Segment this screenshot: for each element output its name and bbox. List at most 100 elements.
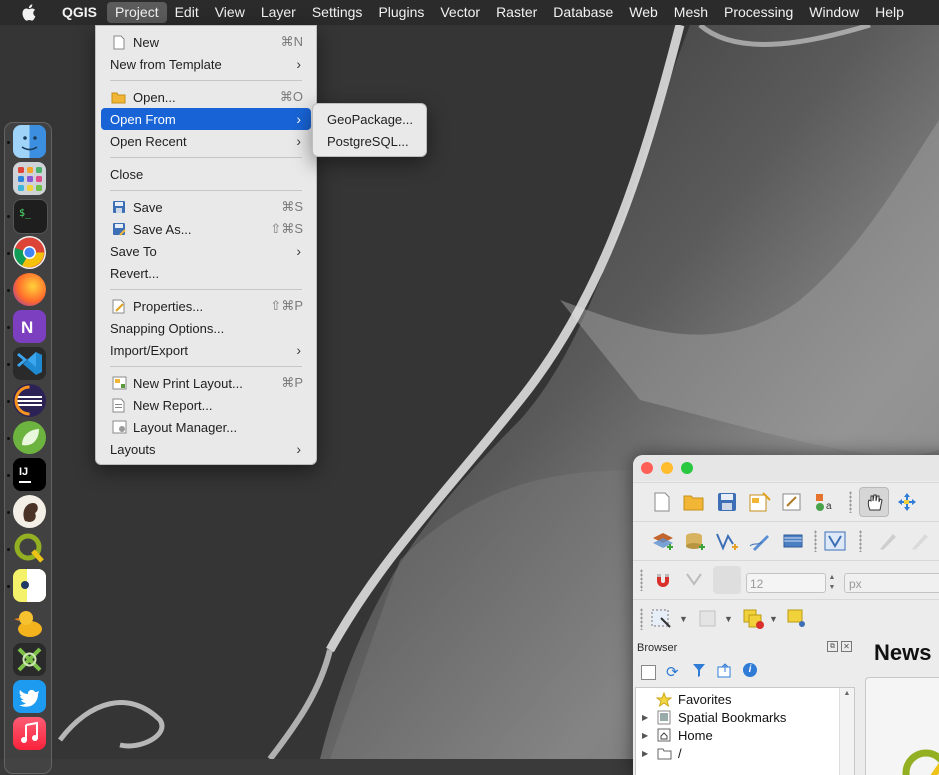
xcode-tool-icon[interactable]	[13, 643, 46, 676]
temporary-scratch-layer-icon[interactable]	[779, 527, 807, 555]
tree-item-favorites[interactable]: Favorites	[636, 690, 731, 708]
eclipse-icon[interactable]	[13, 384, 46, 417]
tree-item-spatial-bookmarks[interactable]: ▶ Spatial Bookmarks	[636, 708, 786, 726]
collapse-all-icon[interactable]	[717, 663, 733, 683]
menu-item-revert[interactable]: Revert...	[101, 262, 311, 284]
close-panel-icon[interactable]: ✕	[841, 641, 852, 652]
menu-help[interactable]: Help	[867, 2, 912, 23]
add-database-layer-icon[interactable]	[680, 527, 708, 555]
tree-item-root[interactable]: ▶ /	[636, 744, 682, 762]
menu-project[interactable]: Project	[107, 2, 167, 23]
squirrel-app-icon[interactable]	[13, 495, 46, 528]
menu-item-open-from[interactable]: Open From ›	[101, 108, 311, 130]
close-window-button[interactable]	[641, 462, 653, 474]
menu-web[interactable]: Web	[621, 2, 666, 23]
menu-item-properties[interactable]: Properties... ⇧⌘P	[101, 295, 311, 317]
toolbar-grip[interactable]	[640, 608, 643, 630]
menu-item-new-print-layout[interactable]: New Print Layout... ⌘P	[101, 372, 311, 394]
finder-icon[interactable]	[13, 125, 46, 158]
submenu-item-postgresql[interactable]: PostgreSQL...	[318, 130, 421, 152]
menu-item-save[interactable]: Save ⌘S	[101, 196, 311, 218]
launchpad-icon[interactable]	[13, 162, 46, 195]
music-icon[interactable]	[13, 717, 46, 750]
toolbar-grip[interactable]	[640, 569, 643, 591]
menu-item-open-recent[interactable]: Open Recent ›	[101, 130, 311, 152]
deselect-all-icon[interactable]	[740, 605, 768, 633]
menu-processing[interactable]: Processing	[716, 2, 801, 23]
vertex-tool-icon[interactable]	[821, 527, 849, 555]
menu-plugins[interactable]: Plugins	[370, 2, 432, 23]
pan-to-selection-icon[interactable]	[893, 488, 921, 516]
toolbar-grip[interactable]	[814, 530, 817, 552]
digitize-pen-icon[interactable]	[746, 527, 774, 555]
menu-item-layouts[interactable]: Layouts ›	[101, 438, 311, 460]
tree-item-home[interactable]: ▶ Home	[636, 726, 713, 744]
snapping-tolerance-input[interactable]: 12	[746, 573, 826, 593]
select-by-location-icon[interactable]	[783, 605, 811, 633]
menu-layer[interactable]: Layer	[253, 2, 304, 23]
toolbar-grip[interactable]	[859, 530, 862, 552]
menu-item-layout-manager[interactable]: Layout Manager...	[101, 416, 311, 438]
menu-view[interactable]: View	[207, 2, 253, 23]
qgis-icon[interactable]	[13, 532, 46, 565]
style-manager-icon[interactable]: a	[811, 488, 839, 516]
minimize-window-button[interactable]	[661, 462, 673, 474]
chevron-down-icon[interactable]: ▼	[769, 614, 778, 624]
chevron-down-icon[interactable]: ▼	[679, 614, 688, 624]
menu-database[interactable]: Database	[545, 2, 621, 23]
twitter-icon[interactable]	[13, 680, 46, 713]
menu-item-save-as[interactable]: Save As... ⇧⌘S	[101, 218, 311, 240]
firefox-icon[interactable]	[13, 273, 46, 306]
refresh-icon[interactable]: ⟳	[666, 663, 679, 681]
intellij-icon[interactable]: IJ	[13, 458, 46, 491]
spring-tools-icon[interactable]	[13, 421, 46, 454]
toolbar-grip[interactable]	[849, 491, 852, 513]
menu-vector[interactable]: Vector	[432, 2, 488, 23]
layout-manager-icon[interactable]	[779, 488, 807, 516]
add-layer-icon[interactable]	[648, 527, 676, 555]
vscode-icon[interactable]	[13, 347, 46, 380]
pan-map-icon[interactable]	[859, 487, 889, 517]
filter-icon[interactable]	[692, 663, 706, 683]
snapping-mode-icon[interactable]	[681, 566, 709, 594]
menu-window[interactable]: Window	[801, 2, 867, 23]
menu-item-import-export[interactable]: Import/Export ›	[101, 339, 311, 361]
expand-triangle-icon[interactable]: ▶	[636, 713, 656, 722]
apple-logo-icon[interactable]	[18, 4, 38, 21]
digitize-line-icon[interactable]	[713, 527, 741, 555]
onenote-icon[interactable]: N	[13, 310, 46, 343]
menu-item-close[interactable]: Close	[101, 163, 311, 185]
menu-item-new-report[interactable]: New Report...	[101, 394, 311, 416]
menu-edit[interactable]: Edit	[167, 2, 207, 23]
edit-pencil-alt-icon[interactable]	[905, 527, 933, 555]
menu-item-open[interactable]: Open... ⌘O	[101, 86, 311, 108]
chevron-down-icon[interactable]: ▼	[724, 614, 733, 624]
menu-raster[interactable]: Raster	[488, 2, 545, 23]
menu-item-new[interactable]: New ⌘N	[101, 31, 311, 53]
zoom-window-button[interactable]	[681, 462, 693, 474]
open-project-icon[interactable]	[680, 488, 708, 516]
menu-item-snapping-options[interactable]: Snapping Options...	[101, 317, 311, 339]
menu-settings[interactable]: Settings	[304, 2, 371, 23]
menu-item-save-to[interactable]: Save To ›	[101, 240, 311, 262]
snapping-magnet-icon[interactable]	[649, 566, 677, 594]
submenu-item-geopackage[interactable]: GeoPackage...	[318, 108, 421, 130]
new-project-icon[interactable]	[648, 488, 676, 516]
expand-triangle-icon[interactable]: ▶	[636, 749, 656, 758]
expand-triangle-icon[interactable]: ▶	[636, 731, 656, 740]
info-icon[interactable]: i	[743, 663, 757, 677]
select-features-icon[interactable]	[648, 605, 676, 633]
blue-app-icon[interactable]	[13, 569, 46, 602]
edit-pencil-icon[interactable]	[873, 527, 901, 555]
scroll-up-icon[interactable]: ▲	[840, 690, 854, 697]
undock-panel-icon[interactable]: ⧉	[827, 641, 838, 652]
menu-mesh[interactable]: Mesh	[666, 2, 716, 23]
browser-scrollbar[interactable]: ▲	[839, 688, 854, 775]
new-print-layout-icon[interactable]	[746, 488, 774, 516]
cyberduck-icon[interactable]	[13, 606, 46, 639]
snapping-unit-select[interactable]: px	[844, 573, 939, 593]
snapping-type-icon[interactable]	[713, 566, 741, 594]
save-project-icon[interactable]	[713, 488, 741, 516]
menu-item-new-from-template[interactable]: New from Template ›	[101, 53, 311, 75]
spinbox-arrows-icon[interactable]: ▲ ▼	[827, 573, 837, 593]
